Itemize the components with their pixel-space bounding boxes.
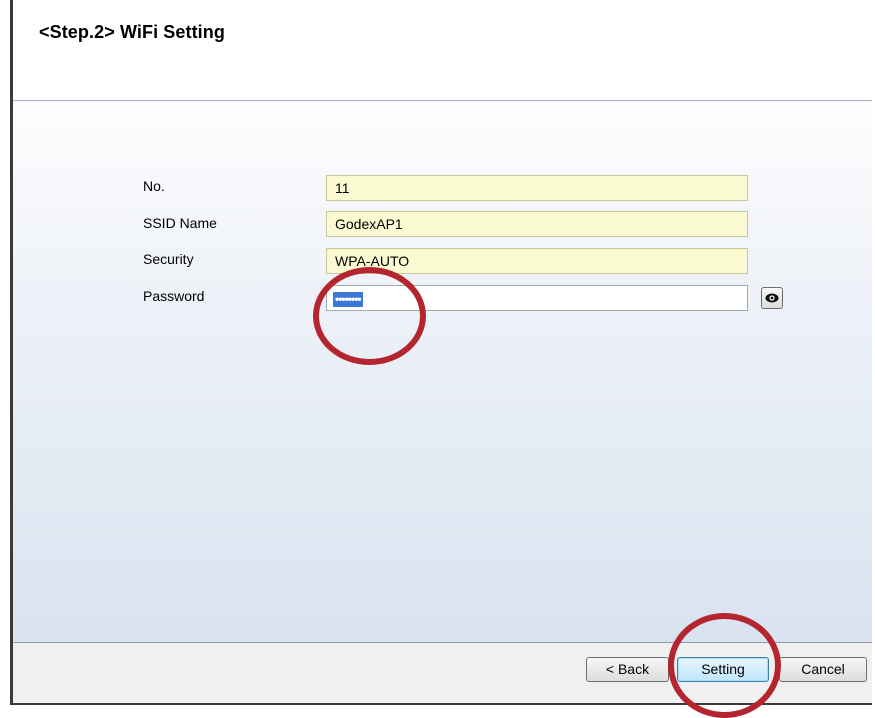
wizard-window: <Step.2> WiFi Setting No. 11 SSID Name G…	[10, 0, 872, 705]
password-field[interactable]: ••••••••	[326, 285, 748, 311]
no-field[interactable]: 11	[326, 175, 748, 201]
security-field[interactable]: WPA-AUTO	[326, 248, 748, 274]
password-value: ••••••••	[333, 292, 363, 307]
security-label: Security	[143, 251, 194, 267]
wizard-content: No. 11 SSID Name GodexAP1 Security WPA-A…	[13, 101, 872, 643]
back-button[interactable]: < Back	[586, 657, 669, 682]
wizard-footer: < Back Setting Cancel	[13, 643, 872, 703]
wizard-header: <Step.2> WiFi Setting	[13, 0, 872, 101]
setting-button[interactable]: Setting	[677, 657, 769, 682]
page-title: <Step.2> WiFi Setting	[39, 22, 225, 42]
ssid-name-field[interactable]: GodexAP1	[326, 211, 748, 237]
password-label: Password	[143, 288, 205, 304]
ssid-name-label: SSID Name	[143, 215, 217, 231]
no-label: No.	[143, 178, 165, 194]
cancel-button[interactable]: Cancel	[779, 657, 867, 682]
eye-icon	[765, 293, 779, 303]
show-password-button[interactable]	[761, 287, 783, 309]
wifi-form: No. 11 SSID Name GodexAP1 Security WPA-A…	[13, 101, 872, 642]
